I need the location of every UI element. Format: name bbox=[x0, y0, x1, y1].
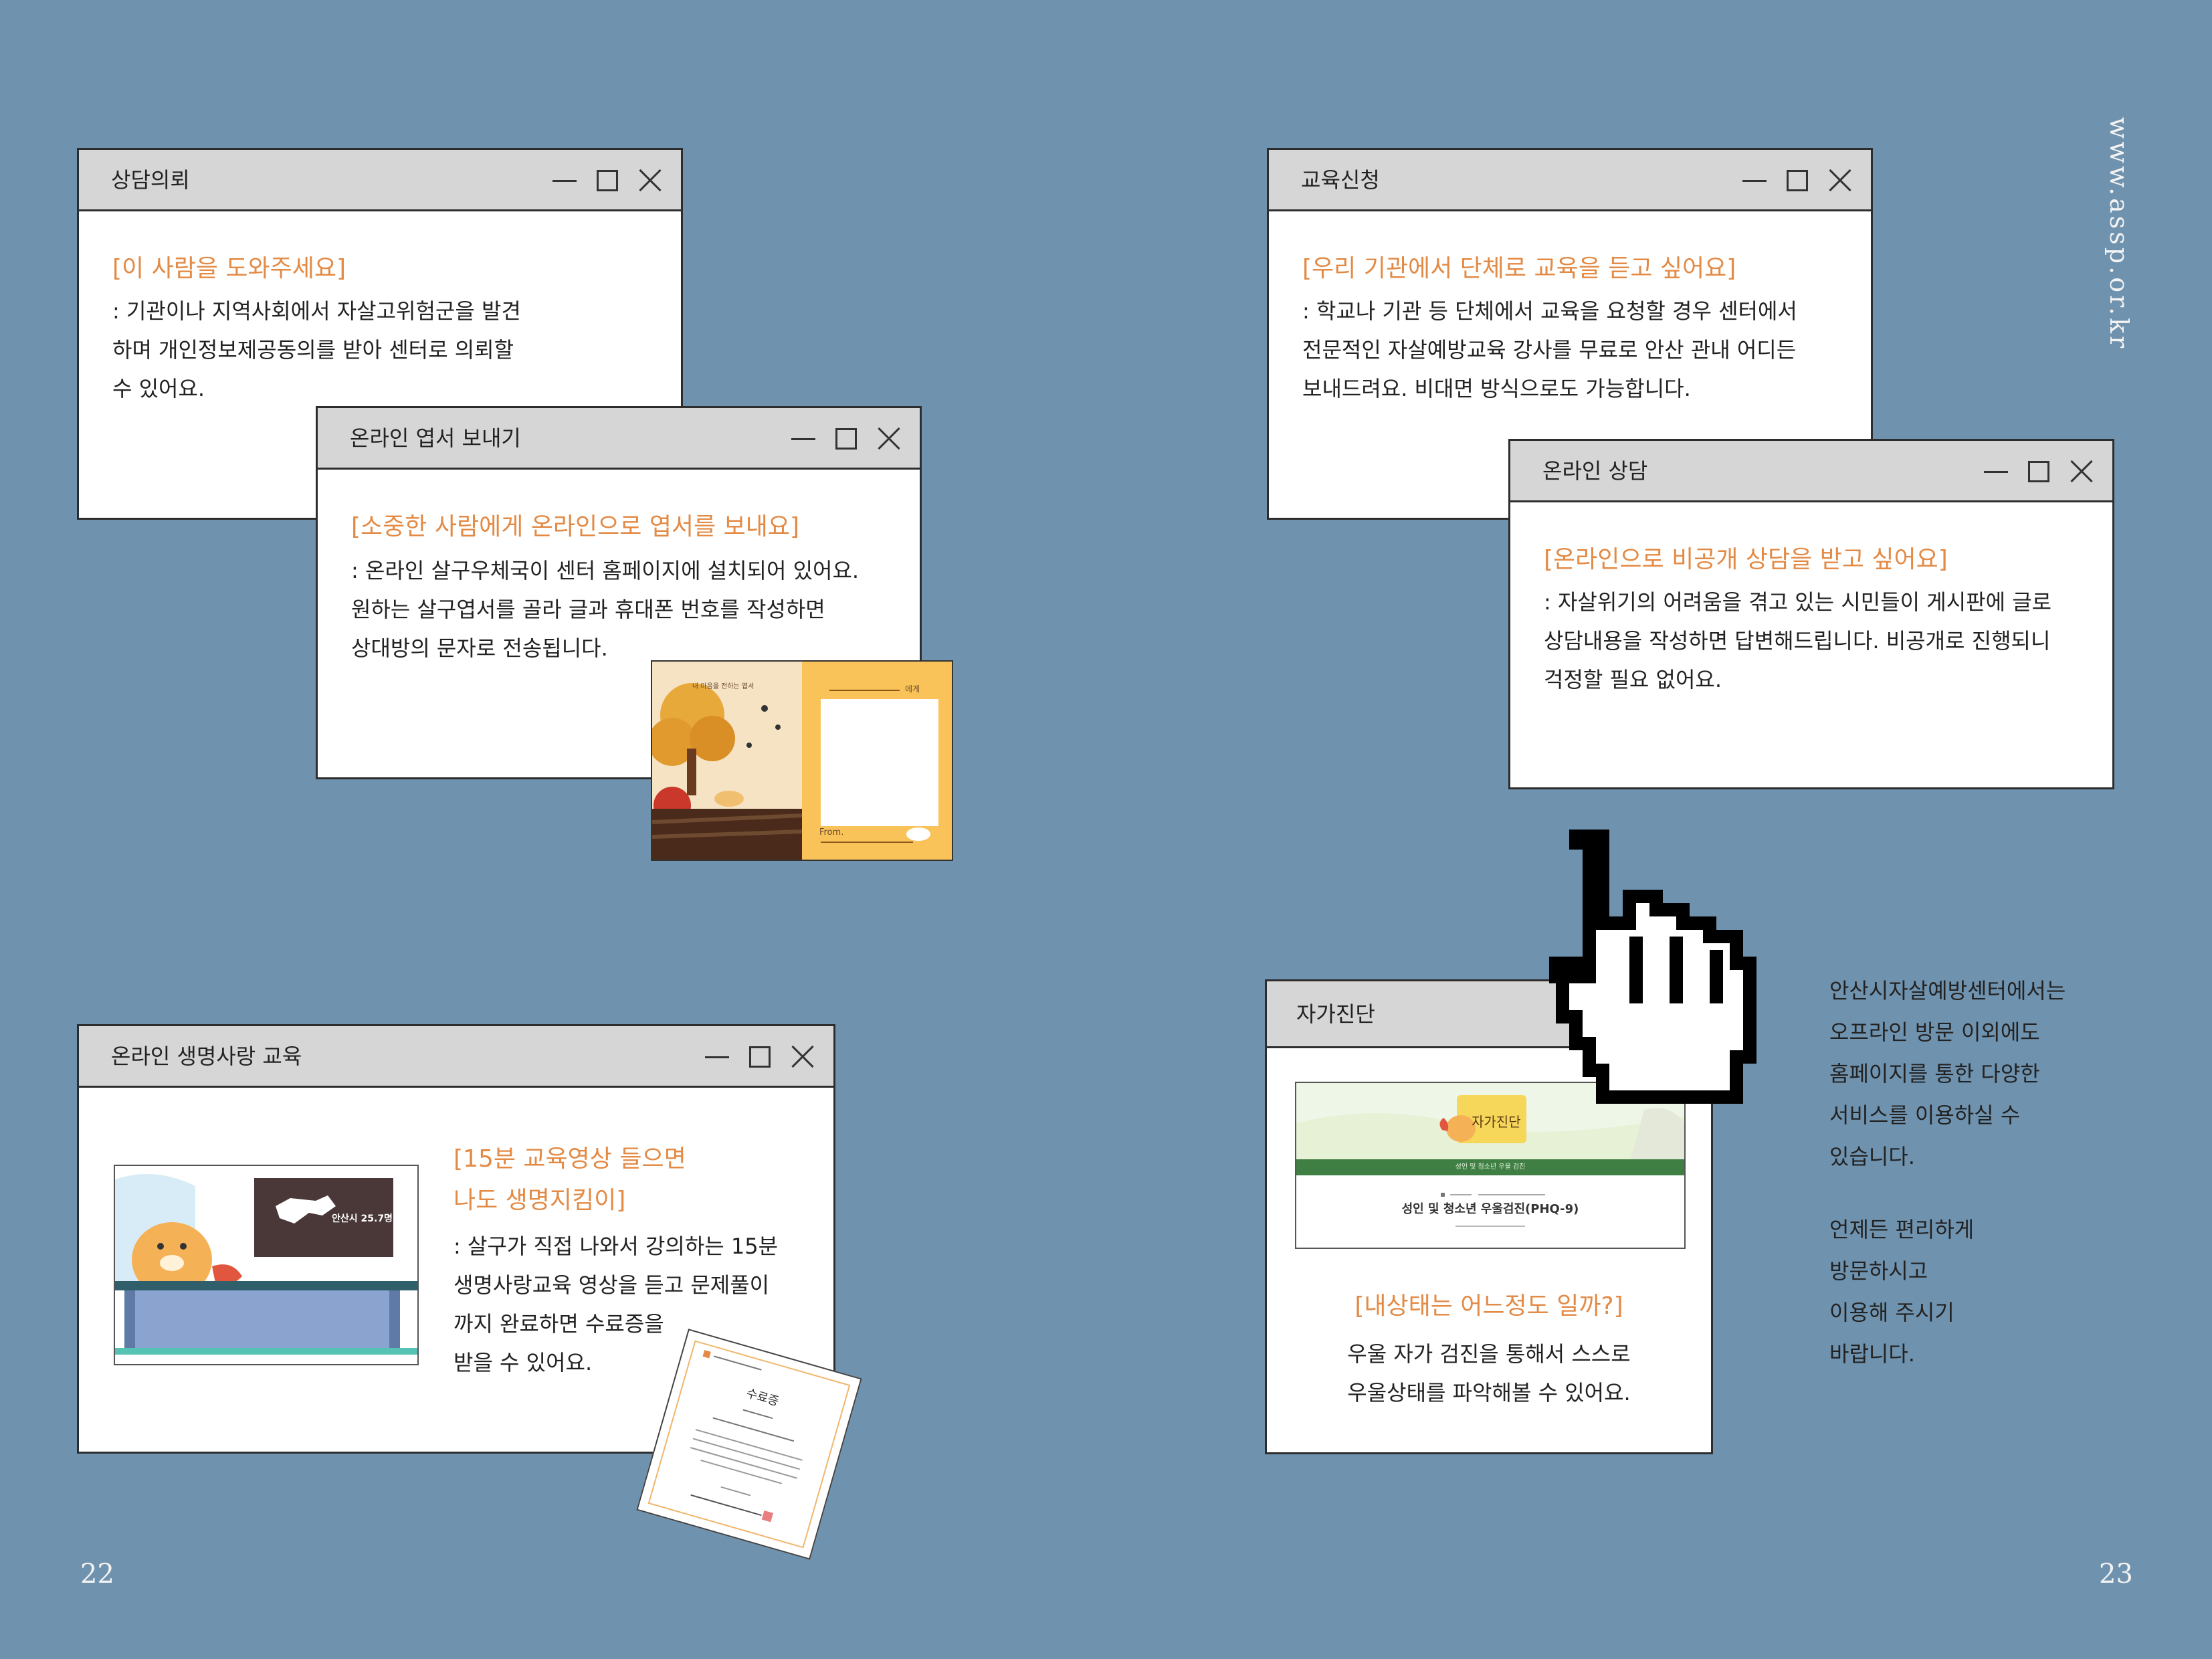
body-line: 하며 개인정보제공동의를 받아 센터로 의뢰할 bbox=[112, 337, 514, 363]
headline: [내상태는 어느정도 일까?] bbox=[1354, 1292, 1623, 1320]
postcard-image: 내 마음을 전하는 엽서 에게 From. bbox=[651, 660, 953, 861]
headline: [이 사람을 도와주세요] bbox=[112, 255, 346, 282]
side-text-line: 있습니다. bbox=[1829, 1144, 1915, 1169]
banner-subtitle-line bbox=[1455, 1226, 1525, 1227]
lecture-illustration bbox=[115, 1166, 417, 1364]
titlebar: 상담의뢰 bbox=[79, 150, 681, 211]
titlebar: 온라인 생명사랑 교육 bbox=[79, 1026, 833, 1088]
titlebar: 온라인 상담 bbox=[1510, 441, 2112, 502]
body-line: : 살구가 직접 나와서 강의하는 15분 bbox=[454, 1234, 779, 1259]
postcard-to-label: 에게 bbox=[905, 684, 920, 694]
body-line: : 자살위기의 어려움을 겪고 있는 시민들이 게시판에 글로 bbox=[1544, 589, 2052, 615]
window-title: 교육신청 bbox=[1301, 167, 1380, 193]
body-line: 우울상태를 파악해볼 수 있어요. bbox=[1347, 1380, 1631, 1405]
postcard-caption: 내 마음을 전하는 엽서 bbox=[692, 683, 755, 690]
maximize-icon[interactable] bbox=[597, 170, 618, 191]
banner-title: 성인 및 청소년 우울검진(PHQ-9) bbox=[1401, 1202, 1579, 1216]
body-line: 까지 완료하면 수료증을 bbox=[454, 1311, 664, 1337]
page-number-left: 22 bbox=[80, 1559, 114, 1589]
body-line: 상담내용을 작성하면 답변해드립니다. 비공개로 진행되니 bbox=[1544, 628, 2051, 654]
headline: [온라인으로 비공개 상담을 받고 싶어요] bbox=[1544, 546, 1948, 573]
side-text-line: 방문하시고 bbox=[1829, 1258, 1928, 1284]
body-line: 우울 자가 검진을 통해서 스스로 bbox=[1347, 1341, 1631, 1367]
minimize-icon[interactable] bbox=[1742, 169, 1767, 193]
close-icon[interactable] bbox=[2070, 460, 2094, 484]
banner-green-bar: 성인 및 청소년 우울 검진 bbox=[1296, 1159, 1684, 1175]
body-line: 보내드려요. 비대면 방식으로도 가능합니다. bbox=[1302, 376, 1691, 401]
pointer-hand-icon bbox=[1549, 830, 1756, 1104]
side-text-line: 서비스를 이용하실 수 bbox=[1829, 1102, 2021, 1128]
minimize-icon[interactable] bbox=[791, 427, 815, 451]
titlebar: 온라인 엽서 보내기 bbox=[318, 408, 920, 470]
minimize-icon[interactable] bbox=[705, 1045, 729, 1069]
postcard-from-label: From. bbox=[819, 827, 844, 838]
close-icon[interactable] bbox=[791, 1045, 815, 1069]
side-text-line: 바랍니다. bbox=[1829, 1341, 1915, 1367]
maximize-icon[interactable] bbox=[2028, 461, 2049, 482]
headline-line: [15분 교육영상 들으면 bbox=[454, 1145, 686, 1173]
body-line: : 기관이나 지역사회에서 자살고위험군을 발견 bbox=[112, 298, 521, 324]
window-online-counsel: 온라인 상담 [온라인으로 비공개 상담을 받고 싶어요] : 자살위기의 어려… bbox=[1508, 439, 2114, 789]
body-line: 걱정할 필요 없어요. bbox=[1544, 667, 1722, 692]
body-line: : 학교나 기관 등 단체에서 교육을 요청할 경우 센터에서 bbox=[1302, 298, 1797, 324]
body-line: : 온라인 살구우체국이 센터 홈페이지에 설치되어 있어요. bbox=[351, 558, 860, 583]
maximize-icon[interactable] bbox=[749, 1046, 771, 1068]
window-title: 온라인 엽서 보내기 bbox=[350, 425, 521, 451]
close-icon[interactable] bbox=[877, 427, 901, 451]
body-line: 수 있어요. bbox=[112, 376, 205, 401]
education-video-thumbnail[interactable]: 안산시 25.7명 bbox=[114, 1165, 419, 1365]
page-number-right: 23 bbox=[2099, 1559, 2133, 1589]
side-text-line: 이용해 주시기 bbox=[1829, 1300, 1954, 1325]
headline: [우리 기관에서 단체로 교육을 듣고 싶어요] bbox=[1302, 255, 1736, 282]
maximize-icon[interactable] bbox=[835, 428, 857, 450]
banner-logo-text: 자가진단 bbox=[1472, 1114, 1521, 1130]
video-screen-text: 안산시 25.7명 bbox=[332, 1213, 393, 1224]
close-icon[interactable] bbox=[1828, 169, 1852, 193]
side-text-line: 언제든 편리하게 bbox=[1829, 1217, 1975, 1242]
maximize-icon[interactable] bbox=[1787, 170, 1808, 191]
close-icon[interactable] bbox=[638, 169, 662, 193]
titlebar: 교육신청 bbox=[1269, 150, 1871, 211]
body-line: 원하는 살구엽서를 골라 글과 휴대폰 번호를 작성하면 bbox=[351, 597, 825, 622]
side-text-line: 홈페이지를 통한 다양한 bbox=[1829, 1061, 2040, 1086]
body-line: 생명사랑교육 영상을 듣고 문제풀이 bbox=[454, 1272, 770, 1298]
minimize-icon[interactable] bbox=[1984, 460, 2008, 484]
window-title: 자가진단 bbox=[1296, 1001, 1375, 1027]
headline-line: 나도 생명지킴이] bbox=[454, 1187, 626, 1214]
body-line: 전문적인 자살예방교육 강사를 무료로 안산 관내 어디든 bbox=[1302, 337, 1797, 363]
website-url[interactable]: www.assp.or.kr bbox=[2104, 117, 2134, 351]
side-text-line: 오프라인 방문 이외에도 bbox=[1829, 1019, 2040, 1045]
side-text-line: 안산시자살예방센터에서는 bbox=[1829, 978, 2066, 1003]
minimize-icon[interactable] bbox=[552, 169, 577, 193]
window-title: 상담의뢰 bbox=[111, 167, 190, 193]
headline: [소중한 사람에게 온라인으로 엽서를 보내요] bbox=[351, 513, 800, 541]
window-title: 온라인 상담 bbox=[1542, 458, 1648, 484]
window-title: 온라인 생명사랑 교육 bbox=[111, 1044, 302, 1069]
